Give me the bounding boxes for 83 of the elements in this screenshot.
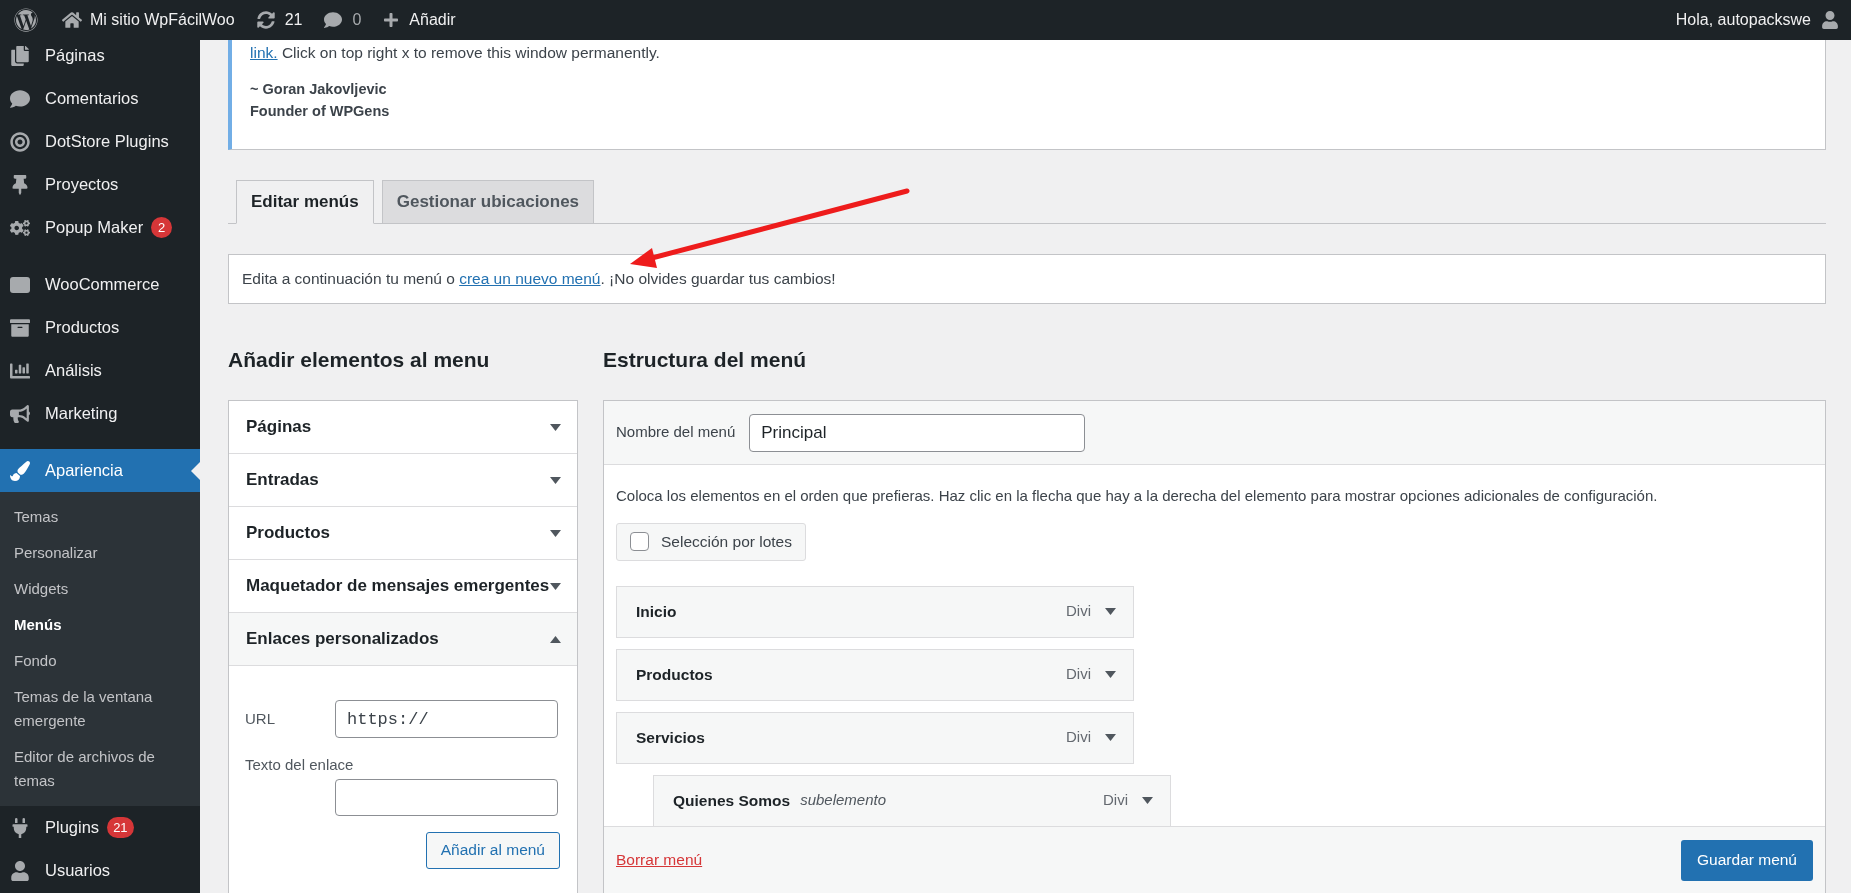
pin-icon [10,174,30,195]
instructions-text: Coloca los elementos en el orden que prefieras. Haz clic en la flecha que hay a la derecha del elemento para mostrar opciones adicionales de configuración. [616,486,1659,506]
site-link[interactable]: Mi sitio WpFácilWoo [62,8,235,32]
bulk-select-control[interactable]: Selección por lotes [616,522,806,561]
home-icon [62,10,82,30]
accordion-header[interactable]: Páginas [229,401,577,454]
comment-icon [324,11,343,29]
sidebar-item[interactable]: Plugins 21 [0,806,200,849]
submenu-item[interactable]: Temas [0,499,200,535]
menu-item[interactable]: Productos Divi [616,648,1134,701]
submenu-item[interactable]: Temas de la ventana emergente [0,679,200,739]
section-heading: Estructura del menú [603,347,808,373]
sidebar-item[interactable]: DotStore Plugins [0,120,200,163]
target-icon [10,131,30,152]
add-to-menu-button[interactable]: Añadir al menú [425,831,560,869]
sidebar-item[interactable]: Análisis [0,349,200,392]
caret-icon [1105,671,1116,678]
plus-icon [383,12,400,28]
new-link[interactable]: Añadir [383,8,456,32]
plug-icon [10,817,30,838]
menu-item[interactable]: Quienes Somos subelemento Divi [653,774,1171,826]
tab[interactable]: Gestionar ubicaciones [381,180,595,224]
archive-icon [10,317,30,338]
sidebar-item[interactable]: Usuarios [0,849,200,892]
account-link[interactable]: Hola, autopackswe [1675,8,1839,32]
new-menu-link[interactable]: crea un nuevo menú [459,270,601,288]
tab[interactable]: Editar menús [236,180,374,224]
notice-text: link. Click on top right x to remove this window permanently. [250,43,661,63]
field-label: Texto del enlace [245,755,354,775]
section-heading: Añadir elementos al menu [228,347,491,373]
count-badge: 2 [151,217,173,238]
gears-icon [10,217,30,238]
updates-link[interactable]: 21 [256,8,303,32]
field-label: URL [245,708,276,729]
checkbox[interactable] [630,532,649,551]
accordion-header[interactable]: Enlaces personalizados [229,613,577,666]
sidebar-item[interactable]: Marketing [0,392,200,435]
wordpress-logo-icon[interactable] [14,8,38,32]
caret-icon [550,423,561,431]
caret-icon [1142,797,1153,804]
url-field[interactable]: https:// [335,700,558,738]
sidebar-item[interactable]: Proyectos [0,163,200,206]
menu-name-field[interactable]: Principal [749,413,1086,452]
submenu-item[interactable]: Fondo [0,643,200,679]
sidebar-item[interactable]: Comentarios [0,77,200,120]
accordion-header[interactable]: Productos [229,507,577,560]
comments-link[interactable]: 0 [324,8,362,32]
caret-icon [550,582,561,590]
submenu-item[interactable]: Menús [0,607,200,643]
refresh-icon [256,11,275,29]
megaphone-icon [10,403,30,424]
caret-icon [550,476,561,484]
sidebar-item[interactable]: Popup Maker 2 [0,206,200,249]
caret-icon [550,635,561,643]
current-pointer [191,461,200,480]
menu-item[interactable]: Servicios Divi [616,711,1134,764]
signature-role: Founder of WPGens [250,102,390,121]
submenu-item[interactable]: Widgets [0,571,200,607]
pages-icon [10,45,30,66]
field-label: Nombre del menú [616,422,736,443]
caret-icon [1105,608,1116,615]
sidebar-item[interactable]: Apariencia [0,449,200,492]
avatar-icon [1821,11,1839,29]
notice-link[interactable]: link. [250,44,278,61]
sidebar-item[interactable]: Páginas [0,40,200,77]
save-menu-button[interactable]: Guardar menú [1681,839,1813,881]
sidebar-item[interactable]: WooCommerce [0,263,200,306]
link-text-field[interactable] [335,778,558,816]
signature-name: ~ Goran Jakovljevic [250,80,387,99]
info-text: Edita a continuación tu menú o crea un nuevo menú. ¡No olvides guardar tus cambios! [242,269,836,290]
user-icon [10,860,30,881]
submenu-item[interactable]: Editor de archivos de temas [0,739,200,799]
sidebar-item[interactable]: Productos [0,306,200,349]
caret-icon [550,529,561,537]
menu-item[interactable]: Inicio Divi [616,585,1134,638]
count-badge: 21 [107,817,134,838]
comment-icon [10,88,30,109]
brush-icon [10,460,30,481]
caret-icon [1105,734,1116,741]
bubble-icon [10,276,30,293]
delete-menu-link[interactable]: Borrar menú [616,848,703,872]
submenu-item[interactable]: Personalizar [0,535,200,571]
accordion-header[interactable]: Entradas [229,454,577,507]
